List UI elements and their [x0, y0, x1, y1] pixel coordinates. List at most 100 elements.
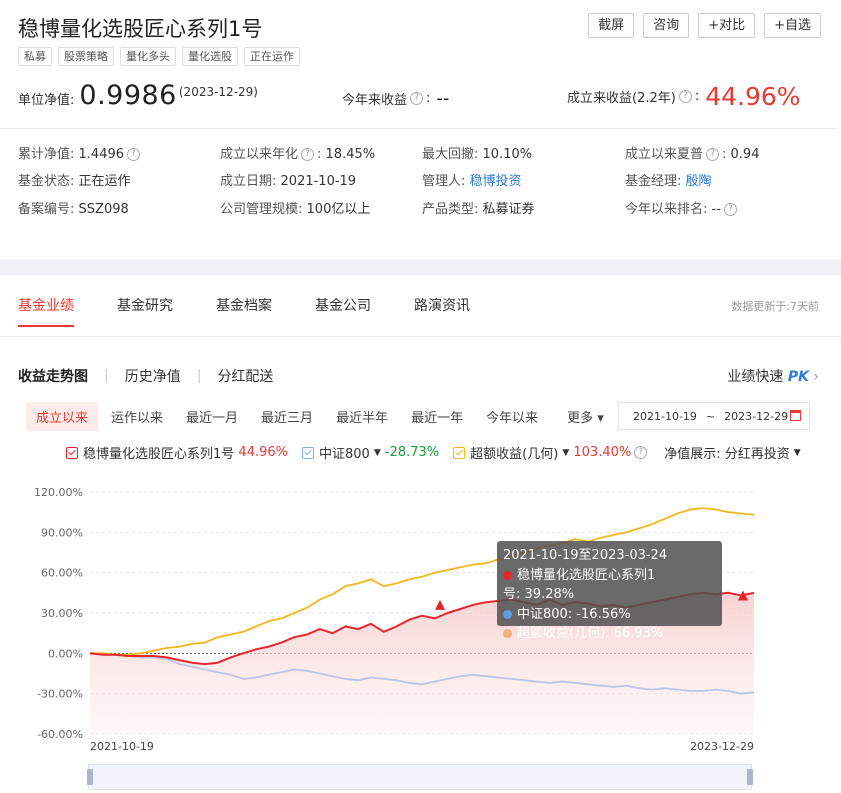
- stat-inception-date: 成立日期: 2021-10-19: [220, 174, 357, 189]
- y-tick-label: 30.00%: [41, 607, 83, 620]
- checkbox-icon[interactable]: [453, 446, 466, 459]
- stat-company-scale: 公司管理规模: 100亿以上: [220, 202, 371, 217]
- legend-fund[interactable]: 稳博量化选股匠心系列1号 44.96%: [66, 443, 288, 462]
- stat-fund-manager: 基金经理: 殷陶: [625, 174, 712, 189]
- chart-legend: 稳博量化选股匠心系列1号 44.96% 中证800 ▼ -28.73% 超额收益(…: [66, 443, 815, 462]
- tag: 正在运作: [244, 47, 300, 66]
- nav-block: 单位净值: 0.9986 (2023-12-29): [18, 80, 258, 111]
- tooltip-row-excess: 超额收益(几何): 66.93%: [503, 624, 716, 644]
- calendar-icon[interactable]: [790, 410, 801, 421]
- divider: [0, 336, 841, 337]
- range-more-dropdown[interactable]: 更多 ▾: [557, 402, 614, 431]
- stat-max-drawdown: 最大回撤: 10.10%: [422, 147, 533, 162]
- tab-company[interactable]: 基金公司: [315, 295, 371, 315]
- subtab-return-chart[interactable]: 收益走势图: [18, 366, 88, 386]
- update-time: 数据更新于:7天前: [731, 300, 819, 313]
- help-icon[interactable]: ?: [410, 92, 424, 105]
- stat-ytd-rank: 今年以来排名: --?: [625, 198, 740, 217]
- stat-record-no: 备案编号: SSZ098: [18, 202, 129, 217]
- slider-right-handle[interactable]: [747, 769, 753, 785]
- tag: 股票策略: [58, 47, 114, 66]
- legend-excess[interactable]: 超额收益(几何) ▼ 103.40%?: [453, 443, 650, 462]
- subtab-dividend[interactable]: 分红配送: [217, 366, 273, 386]
- range-1y[interactable]: 最近一年: [401, 402, 473, 431]
- stat-status: 基金状态: 正在运作: [18, 174, 131, 189]
- help-icon[interactable]: ?: [678, 90, 692, 103]
- fund-marker: [435, 599, 445, 610]
- fund-title: 稳博量化选股匠心系列1号: [18, 17, 263, 41]
- manager-link[interactable]: 稳博投资: [470, 174, 522, 189]
- help-icon[interactable]: ?: [706, 148, 720, 161]
- tab-profile[interactable]: 基金档案: [216, 295, 272, 315]
- nav-display-select[interactable]: 净值展示: 分红再投资 ▼: [664, 443, 800, 462]
- ytd-value: --: [436, 88, 450, 109]
- tab-roadshow[interactable]: 路演资讯: [414, 295, 470, 315]
- help-icon[interactable]: ?: [634, 446, 648, 459]
- tooltip-row-fund: 稳博量化选股匠心系列1号: 39.28%: [503, 567, 656, 602]
- help-icon[interactable]: ?: [723, 203, 737, 216]
- dropdown-icon: ▼: [793, 447, 801, 458]
- checkbox-icon[interactable]: [302, 446, 314, 459]
- stat-sharpe: 成立以来夏普?: 0.94: [625, 147, 760, 162]
- range-ytd[interactable]: 今年以来: [476, 402, 548, 431]
- tooltip-title: 2021-10-19至2023-03-24: [503, 548, 668, 563]
- x-tick-label: 2023-12-29: [690, 740, 754, 753]
- y-tick-label: 60.00%: [41, 567, 83, 580]
- stat-manager: 管理人: 稳博投资: [422, 174, 522, 189]
- slider-left-handle[interactable]: [87, 769, 93, 785]
- legend-benchmark[interactable]: 中证800 ▼ -28.73%: [302, 443, 439, 462]
- nav-date: (2023-12-29): [178, 85, 258, 99]
- section-gap: [0, 259, 841, 275]
- screenshot-button[interactable]: 截屏: [588, 13, 635, 38]
- date-to: 2023-12-29: [724, 409, 789, 423]
- tab-research[interactable]: 基金研究: [117, 295, 173, 315]
- tab-performance[interactable]: 基金业绩: [18, 295, 74, 315]
- x-tick-label: 2021-10-19: [90, 740, 154, 753]
- y-tick-label: 90.00%: [41, 526, 83, 539]
- fund-manager-link[interactable]: 殷陶: [686, 174, 712, 189]
- main-tabs: 基金业绩 基金研究 基金档案 基金公司 路演资讯: [18, 295, 513, 315]
- range-1m[interactable]: 最近一月: [176, 402, 248, 431]
- dropdown-icon[interactable]: ▼: [374, 448, 381, 458]
- quick-pk-link[interactable]: 业绩快速 PK ›: [727, 366, 819, 386]
- active-tab-indicator: [18, 325, 74, 327]
- since-block: 成立来收益(2.2年) ? : 44.96%: [567, 82, 801, 111]
- stat-annualized: 成立以来年化?: 18.45%: [220, 147, 376, 162]
- divider: [0, 128, 836, 129]
- y-tick-label: -30.00%: [37, 688, 83, 701]
- ytd-block: 今年来收益 ? : --: [342, 88, 450, 109]
- date-from: 2021-10-19: [633, 409, 697, 423]
- range-since-inception[interactable]: 成立以来: [26, 402, 99, 431]
- stat-product-type: 产品类型: 私募证券: [422, 202, 535, 217]
- range-6m[interactable]: 最近半年: [326, 402, 398, 431]
- stat-cumulative-nav: 累计净值: 1.4496?: [18, 143, 143, 162]
- range-slider[interactable]: [87, 764, 753, 790]
- watchlist-button[interactable]: +自选: [764, 13, 821, 38]
- ytd-label: 今年来收益: [342, 93, 408, 108]
- range-3m[interactable]: 最近三月: [251, 402, 323, 431]
- tooltip-row-benchmark: 中证800: -16.56%: [503, 605, 716, 625]
- tag: 私募: [18, 47, 52, 66]
- help-icon[interactable]: ?: [301, 148, 315, 161]
- consult-button[interactable]: 咨询: [643, 13, 690, 38]
- chart-tooltip: 2021-10-19至2023-03-24 稳博量化选股匠心系列1号: 39.2…: [497, 541, 722, 641]
- compare-button[interactable]: +对比: [698, 13, 756, 38]
- nav-label: 单位净值:: [18, 93, 75, 108]
- checkbox-icon[interactable]: [66, 446, 78, 459]
- dropdown-icon[interactable]: ▼: [562, 448, 569, 458]
- tag: 量化选股: [182, 47, 238, 66]
- y-tick-label: 0.00%: [48, 647, 83, 660]
- help-icon[interactable]: ?: [127, 148, 141, 161]
- nav-value: 0.9986: [79, 80, 177, 111]
- y-tick-label: -60.00%: [37, 728, 83, 741]
- tag: 量化多头: [120, 47, 176, 66]
- chart-subtabs: 收益走势图 | 历史净值 | 分红配送: [18, 366, 274, 386]
- date-range-picker[interactable]: 2021-10-19 ~ 2023-12-29: [618, 402, 810, 430]
- range-since-operation[interactable]: 运作以来: [101, 402, 173, 431]
- top-buttons: 截屏 咨询 +对比 +自选: [588, 13, 821, 38]
- since-label: 成立来收益(2.2年): [567, 91, 676, 106]
- subtab-history-nav[interactable]: 历史净值: [125, 366, 181, 386]
- since-value: 44.96%: [705, 82, 801, 111]
- fund-tags: 私募 股票策略 量化多头 量化选股 正在运作: [18, 47, 300, 66]
- y-tick-label: 120.00%: [34, 486, 83, 499]
